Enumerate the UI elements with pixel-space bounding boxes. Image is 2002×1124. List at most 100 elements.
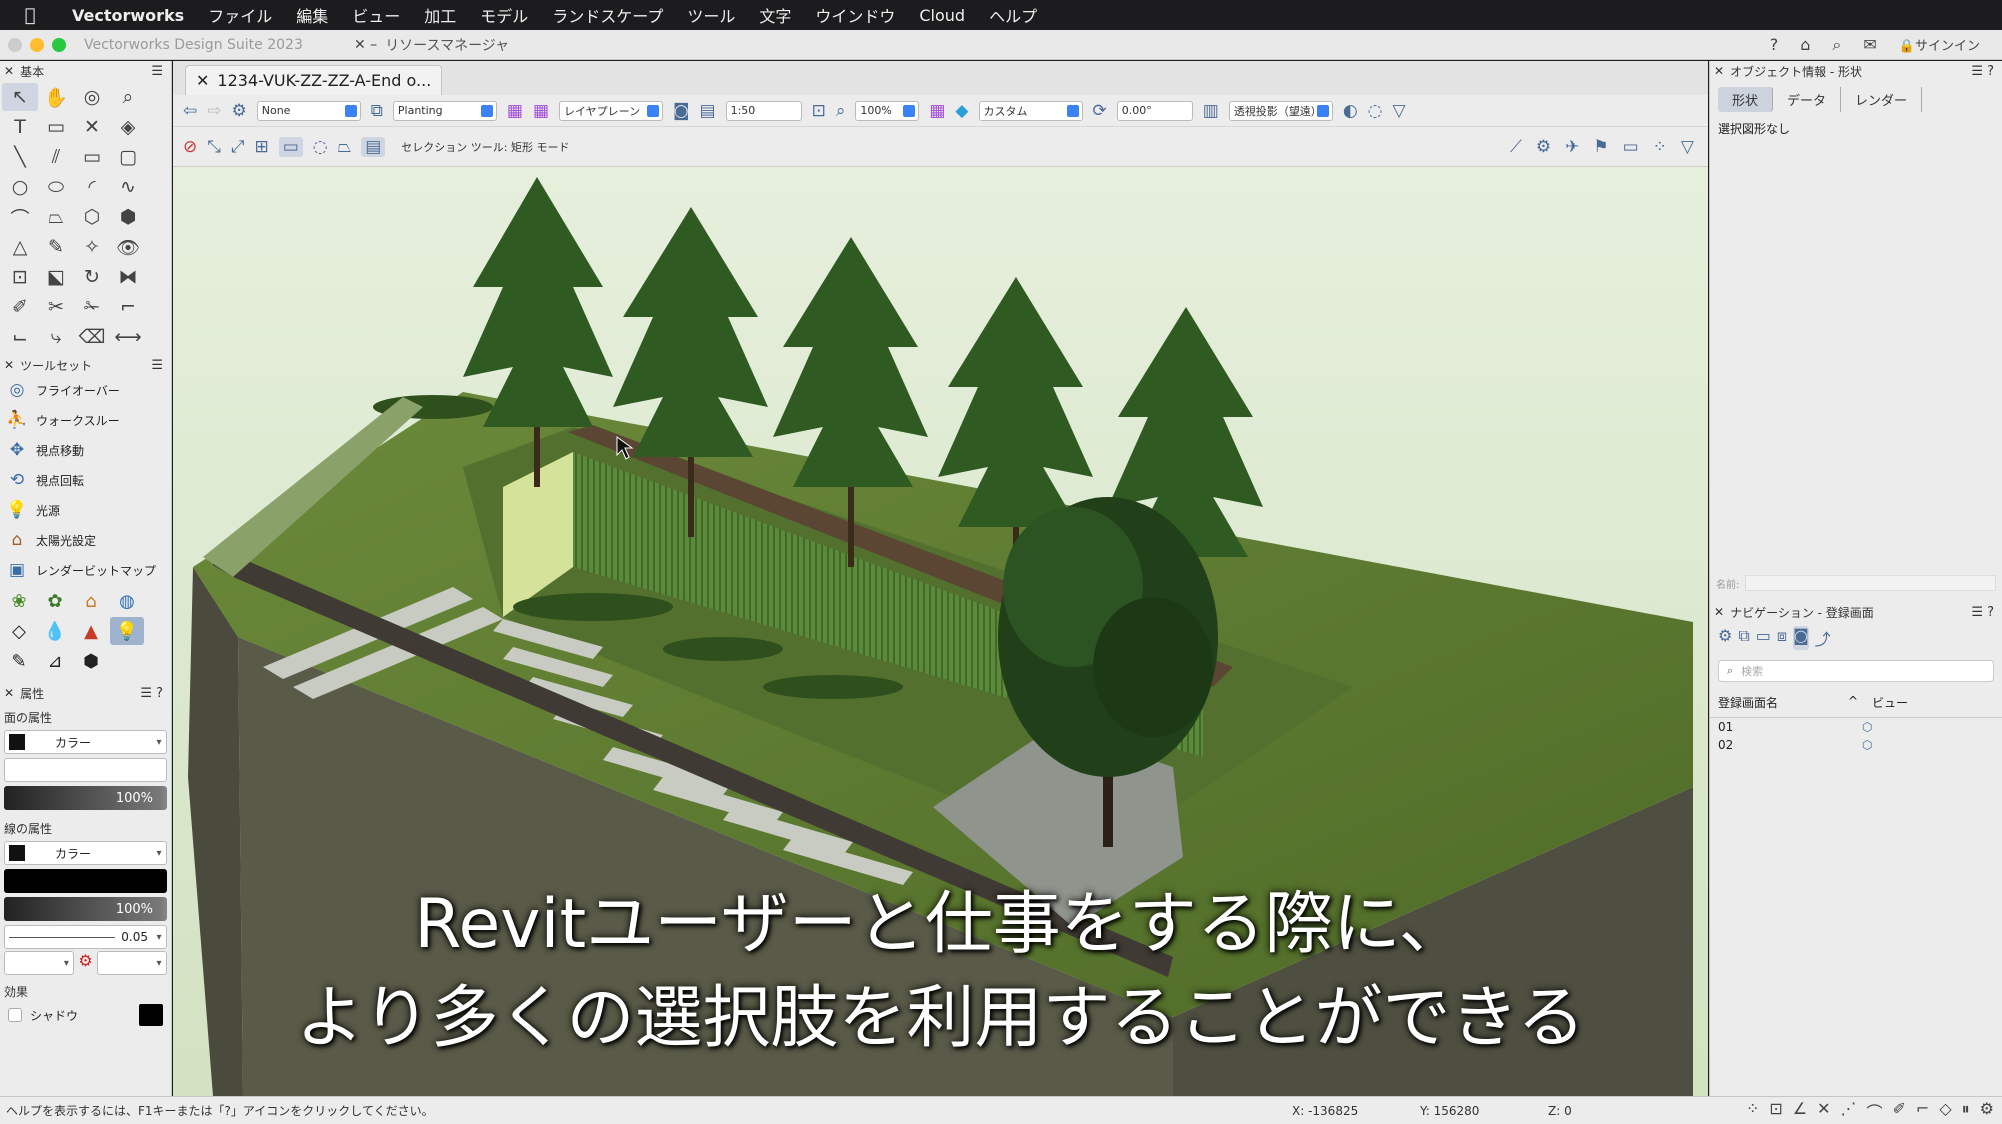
tool-rotate-view[interactable]: ⟲ 視点回転 <box>0 465 171 495</box>
menu-edit[interactable]: 編集 <box>284 3 340 27</box>
close-icon[interactable]: ✕ <box>4 358 14 372</box>
gear-icon[interactable]: ⚙ <box>1536 137 1551 157</box>
screen-plane-icon[interactable]: ▭ <box>1623 137 1639 157</box>
multiple-object-scaling-icon[interactable]: ⤢ <box>231 137 245 157</box>
render-mode-icon[interactable]: ◙ <box>673 101 690 121</box>
working-plane-icon[interactable]: ◇ <box>1939 1099 1951 1123</box>
double-line-tool-icon[interactable]: ⫽ <box>38 143 74 171</box>
snap-to-intersection-icon[interactable]: ✕ <box>1817 1099 1830 1123</box>
fill-opacity-slider[interactable]: 100% <box>4 786 167 810</box>
projection-select[interactable]: 透視投影（望遠） <box>1228 100 1333 121</box>
fill-pattern-field[interactable] <box>4 758 167 782</box>
close-window-button[interactable] <box>8 37 22 52</box>
freehand-tool-icon[interactable]: ∿ <box>110 173 146 201</box>
eraser-tool-icon[interactable]: ⌫ <box>74 323 110 351</box>
scale-field[interactable]: 1:50 <box>725 100 802 121</box>
fill-color-swatch[interactable] <box>9 734 25 750</box>
menu-tools[interactable]: ツール <box>675 3 747 27</box>
tool-heliodon[interactable]: ⌂ 太陽光設定 <box>0 525 171 555</box>
view-select[interactable]: カスタム <box>978 100 1083 121</box>
text-tool-icon[interactable]: T <box>2 113 38 141</box>
references-tab-icon[interactable]: ⤴ <box>1815 626 1831 650</box>
snap-to-distance-icon[interactable]: ⋰ <box>1841 1099 1857 1123</box>
rotate-tool-icon[interactable]: ↻ <box>74 263 110 291</box>
visualization-toolset-icon[interactable]: ▲ <box>74 617 108 645</box>
locus-tool-icon[interactable]: ✕ <box>74 113 110 141</box>
col-view-header[interactable]: ビュー <box>1872 694 1908 711</box>
selection-tool-icon[interactable]: ↖ <box>2 83 38 111</box>
polygon-mode-icon[interactable]: ⏢ <box>338 137 352 157</box>
zoom-window-button[interactable] <box>52 37 66 52</box>
snap-icon[interactable]: ⟋ <box>1510 137 1522 157</box>
menu-text[interactable]: 文字 <box>747 3 803 27</box>
mep-toolset-icon[interactable]: 💧 <box>38 617 72 645</box>
palette-menu-icon[interactable]: ☰ <box>151 358 163 373</box>
tool-walkthrough[interactable]: ⛹ ウォークスルー <box>0 405 171 435</box>
drawing-viewport[interactable] <box>173 167 1708 1096</box>
snap-to-object-icon[interactable]: ⊡ <box>1769 1099 1782 1123</box>
transform-icon[interactable]: ⊞ <box>254 137 268 157</box>
apple-icon[interactable]:  <box>0 5 60 26</box>
site-planning-toolset-icon[interactable]: ✿ <box>38 587 72 615</box>
circle-tool-icon[interactable]: ○ <box>2 173 38 201</box>
smart-points-icon[interactable]: ✐ <box>1893 1099 1906 1123</box>
palette-menu-icon[interactable]: ☰ <box>151 64 163 79</box>
tab-render[interactable]: レンダー <box>1841 87 1923 112</box>
resize-tool-icon[interactable]: ⊡ <box>2 263 38 291</box>
zoom-icon[interactable]: ⌕ <box>836 101 846 121</box>
mirror-tool-icon[interactable]: ⧓ <box>110 263 146 291</box>
landscape-toolset-icon[interactable]: ❀ <box>2 587 36 615</box>
line-weight-select[interactable]: 0.05 ▾ <box>4 925 167 949</box>
fill-type-select[interactable]: カラー ▾ <box>4 730 167 754</box>
palette-menu-icon[interactable]: ☰ ? <box>1971 605 1994 620</box>
layers-tab-icon[interactable]: ⧉ <box>1738 626 1749 650</box>
building-shell-toolset-icon[interactable]: ⌂ <box>74 587 108 615</box>
visibility-tool-icon[interactable]: 👁 <box>110 233 146 261</box>
furniture-toolset-icon[interactable]: ◇ <box>2 617 36 645</box>
menu-landscape[interactable]: ランドスケープ <box>540 3 675 27</box>
dimension-toolset-icon[interactable]: ⊿ <box>38 647 72 675</box>
mail-icon[interactable]: ✉ <box>1863 35 1876 54</box>
grid-snap-icon[interactable]: ⁘ <box>1653 137 1667 157</box>
start-marker-select[interactable]: ▾ <box>4 951 75 975</box>
close-icon[interactable]: ✕ <box>4 64 14 78</box>
marker-settings-icon[interactable]: ⚙ <box>78 951 92 975</box>
rectangle-tool-icon[interactable]: ▭ <box>74 143 110 171</box>
rotate-plan-icon[interactable]: ⟳ <box>1093 101 1107 121</box>
line-color-bar[interactable] <box>4 869 167 893</box>
snap-to-grid-icon[interactable]: ⁘ <box>1746 1099 1759 1123</box>
polygon-tool-icon[interactable]: ⏢ <box>38 203 74 231</box>
document-tab[interactable]: ✕ 1234-VUK-ZZ-ZZ-A-End o... <box>185 65 443 95</box>
zoom-select[interactable]: 100% <box>855 100 920 121</box>
single-object-scaling-icon[interactable]: ⤡ <box>207 137 221 157</box>
layer-icon[interactable]: ⧉ <box>371 101 383 121</box>
shadow-color-swatch[interactable] <box>139 1004 163 1026</box>
layer-select[interactable]: Planting <box>392 100 497 121</box>
attribute-mapping-tool-icon[interactable]: ✧ <box>74 233 110 261</box>
trim-tool-icon[interactable]: ✂ <box>38 293 74 321</box>
close-icon[interactable]: ✕ <box>1714 605 1724 619</box>
viewports-tab-icon[interactable]: ⧈ <box>1777 626 1787 650</box>
sheet-layers-tab-icon[interactable]: ▭ <box>1756 626 1771 650</box>
chevron-down-icon[interactable]: ▽ <box>1393 101 1406 121</box>
classes-tab-icon[interactable]: ⚙ <box>1718 626 1732 650</box>
gear-icon[interactable]: ⚙ <box>1980 1099 1994 1123</box>
3d-locus-tool-icon[interactable]: ◈ <box>110 113 146 141</box>
detailing-toolset-icon[interactable]: ✎ <box>2 647 36 675</box>
tool-translate-view[interactable]: ✥ 視点移動 <box>0 435 171 465</box>
layer-visibility-icon[interactable]: ⚑ <box>1593 137 1608 157</box>
signin-button[interactable]: 🔒サインイン <box>1899 35 1980 54</box>
home-icon[interactable]: ⌂ <box>1800 35 1810 54</box>
menu-modify[interactable]: 加工 <box>412 3 468 27</box>
dimension-tool-icon[interactable]: ⟷ <box>110 323 146 351</box>
globe-toolset-icon[interactable]: ◍ <box>110 587 144 615</box>
shadow-checkbox[interactable] <box>8 1008 22 1022</box>
rotation-field[interactable]: 0.00° <box>1116 100 1193 121</box>
polyline-tool-icon[interactable]: ⌒ <box>2 203 38 231</box>
arc-tool-icon[interactable]: ◜ <box>74 173 110 201</box>
pan-tool-icon[interactable]: ✋ <box>38 83 74 111</box>
selection-settings-icon[interactable]: ▤ <box>361 136 386 157</box>
rounded-rectangle-tool-icon[interactable]: ▢ <box>110 143 146 171</box>
grid-icon[interactable]: ▦ <box>929 101 945 121</box>
saved-view-row[interactable]: 02 ⬡ <box>1710 736 2002 754</box>
